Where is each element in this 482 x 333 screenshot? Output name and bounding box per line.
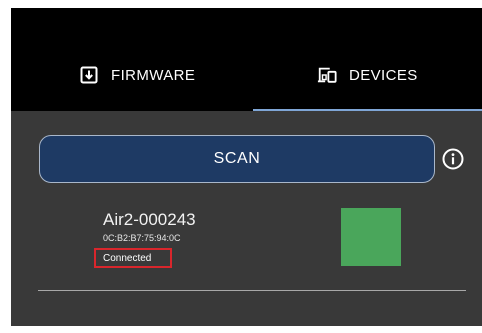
selected-tab-indicator	[253, 109, 482, 111]
devices-icon	[317, 65, 337, 85]
tab-firmware[interactable]: FIRMWARE	[79, 63, 195, 87]
list-divider	[38, 290, 466, 291]
tab-devices-label: DEVICES	[349, 66, 418, 84]
app-window: FIRMWARE DEVICES SCAN Air2-000243 0C:B2:…	[11, 8, 482, 326]
tab-firmware-label: FIRMWARE	[111, 66, 196, 84]
device-mac-address: 0C:B2:B7:75:94:0C	[103, 233, 181, 243]
tab-bar: FIRMWARE DEVICES	[11, 8, 482, 111]
device-name: Air2-000243	[103, 210, 196, 229]
tab-devices[interactable]: DEVICES	[317, 63, 418, 87]
device-color-swatch[interactable]	[341, 208, 401, 266]
scan-button[interactable]: SCAN	[39, 135, 435, 183]
download-icon	[79, 65, 99, 85]
device-status-badge: Connected	[94, 248, 172, 268]
info-icon[interactable]	[442, 148, 464, 170]
